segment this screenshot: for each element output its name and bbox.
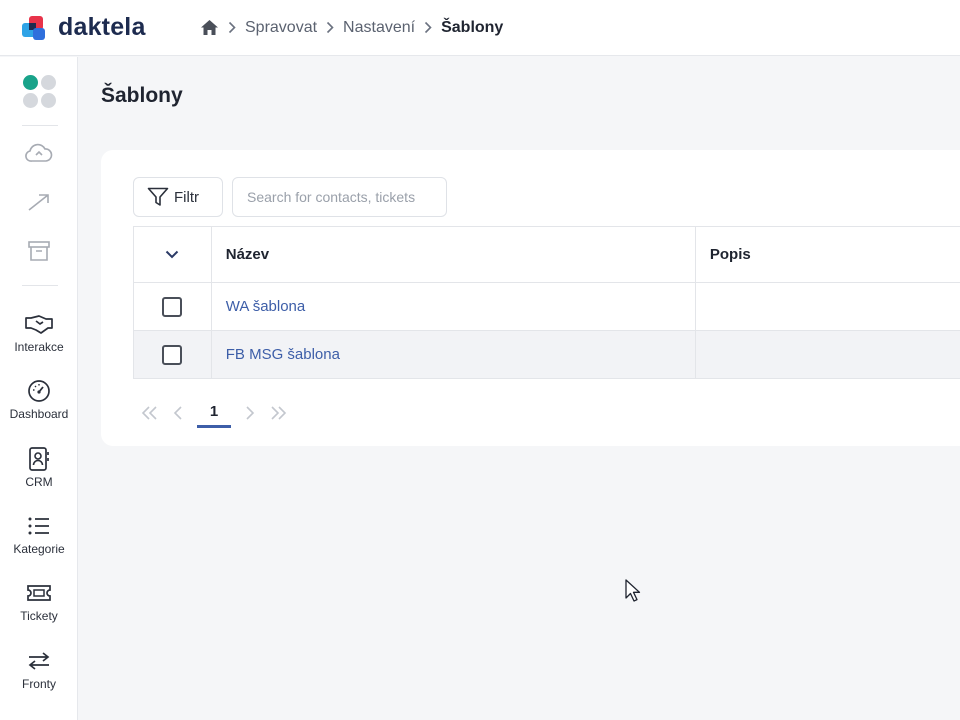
- column-header-description[interactable]: Popis: [694, 226, 960, 283]
- nav-item-label: Fronty: [21, 677, 56, 691]
- left-navigation: Interakce Dashboard CRM Kategorie Ticket…: [0, 57, 78, 720]
- row-checkbox[interactable]: [162, 296, 183, 317]
- template-link[interactable]: WA šablona: [226, 298, 306, 315]
- nav-item-dashboard[interactable]: Dashboard: [0, 377, 78, 435]
- breadcrumb-current: Šablony: [441, 18, 504, 36]
- table-header-row: Název Popis: [133, 226, 960, 283]
- home-icon[interactable]: [200, 19, 219, 36]
- top-bar: daktela Spravovat Nastavení Šablony: [0, 0, 960, 56]
- last-page-icon[interactable]: [267, 401, 289, 425]
- table-toolbar: Filtr: [133, 177, 447, 217]
- mouse-cursor-icon: [625, 579, 641, 602]
- transfer-arrows-icon: [27, 647, 51, 675]
- page-title: Šablony: [101, 84, 183, 107]
- pagination: 1: [139, 398, 295, 428]
- row-description-cell: [694, 330, 960, 379]
- ticket-icon: [26, 579, 52, 607]
- row-name-cell: WA šablona: [210, 282, 696, 331]
- cloud-bell-icon[interactable]: [24, 139, 54, 169]
- brand-name: daktela: [58, 13, 146, 41]
- row-checkbox-cell: [133, 330, 212, 379]
- handshake-icon: [24, 310, 54, 338]
- breadcrumb-nastaveni[interactable]: Nastavení: [343, 19, 415, 37]
- nav-item-interakce[interactable]: Interakce: [0, 310, 78, 368]
- trend-arrow-icon[interactable]: [24, 187, 54, 217]
- chevron-right-icon: [424, 21, 432, 34]
- nav-item-tickety[interactable]: Tickety: [0, 579, 78, 637]
- gauge-icon: [27, 377, 51, 405]
- search-input[interactable]: [232, 177, 447, 217]
- breadcrumb-spravovat[interactable]: Spravovat: [245, 19, 317, 37]
- breadcrumb: Spravovat Nastavení Šablony: [200, 19, 503, 37]
- contact-book-icon: [27, 445, 51, 473]
- column-header-name[interactable]: Název: [210, 226, 696, 283]
- templates-table: Název Popis WA šablona FB MSG šablona: [133, 226, 960, 379]
- page-number-current[interactable]: 1: [197, 398, 231, 428]
- row-checkbox-cell: [133, 282, 212, 331]
- first-page-icon[interactable]: [139, 401, 161, 425]
- nav-item-label: CRM: [25, 475, 53, 489]
- nav-item-label: Interakce: [14, 340, 64, 354]
- apps-grid-icon[interactable]: [23, 75, 57, 109]
- daktela-logo-icon: [22, 15, 45, 40]
- brand-logo[interactable]: daktela: [22, 13, 200, 42]
- filter-button[interactable]: Filtr: [133, 177, 223, 217]
- list-icon: [27, 512, 51, 540]
- next-page-icon[interactable]: [239, 401, 261, 425]
- nav-divider: [22, 285, 58, 286]
- chevron-right-icon: [228, 21, 236, 34]
- nav-item-kategorie[interactable]: Kategorie: [0, 512, 78, 570]
- table-row[interactable]: FB MSG šablona: [133, 330, 960, 379]
- nav-item-label: Tickety: [20, 609, 58, 623]
- filter-button-label: Filtr: [174, 188, 199, 206]
- nav-item-label: Dashboard: [9, 407, 69, 421]
- nav-item-fronty[interactable]: Fronty: [0, 647, 78, 705]
- archive-icon[interactable]: [24, 236, 54, 266]
- nav-item-crm[interactable]: CRM: [0, 445, 78, 503]
- previous-page-icon[interactable]: [167, 401, 189, 425]
- row-checkbox[interactable]: [162, 344, 183, 365]
- nav-item-label: Kategorie: [13, 542, 65, 556]
- table-row[interactable]: WA šablona: [133, 282, 960, 331]
- nav-divider: [22, 125, 58, 126]
- row-description-cell: [694, 282, 960, 331]
- select-all-toggle[interactable]: [133, 226, 212, 283]
- chevron-right-icon: [326, 21, 334, 34]
- chevron-down-icon: [166, 250, 179, 259]
- template-link[interactable]: FB MSG šablona: [226, 346, 340, 363]
- templates-card: Filtr Název Popis WA šablona FB MSG šabl…: [101, 150, 960, 446]
- funnel-icon: [147, 187, 169, 207]
- row-name-cell: FB MSG šablona: [210, 330, 696, 379]
